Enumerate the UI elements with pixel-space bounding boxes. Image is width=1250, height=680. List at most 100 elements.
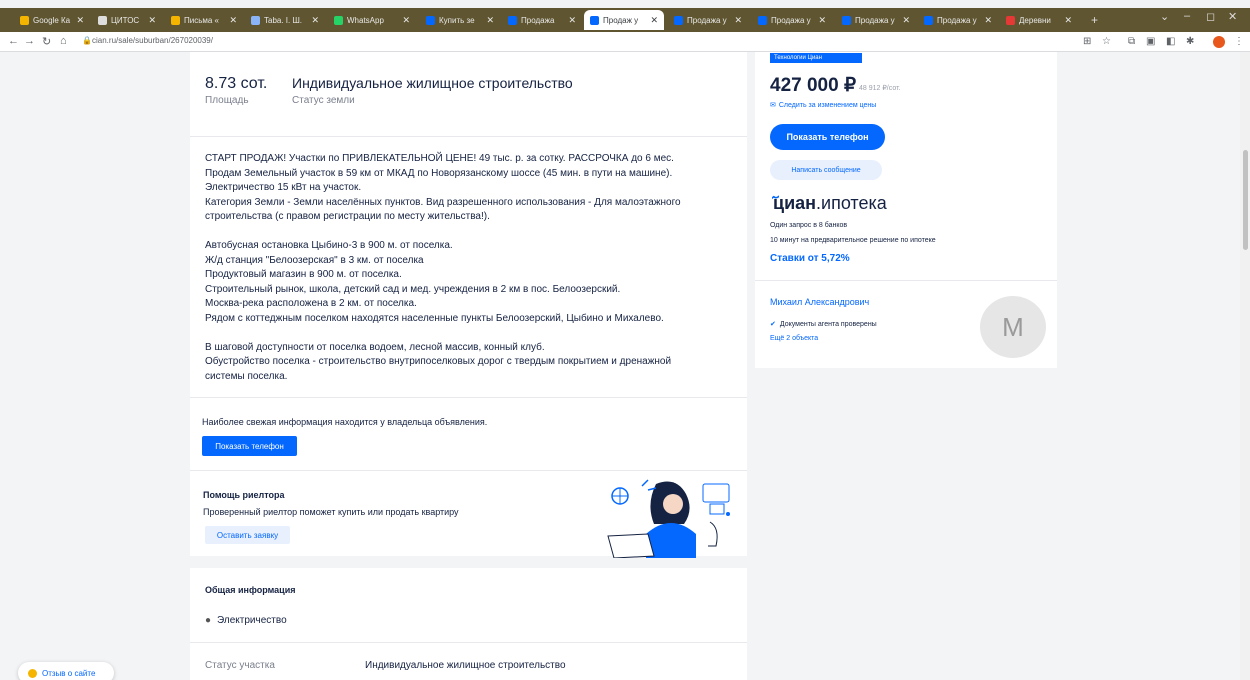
back-icon[interactable]: ←	[8, 35, 19, 47]
browser-tab[interactable]: Деревни ✕	[1000, 10, 1078, 30]
area-label: Площадь	[205, 95, 249, 106]
tab-close-icon[interactable]: ✕	[1060, 15, 1072, 26]
description-line: Продуктовый магазин в 900 м. от поселка.	[205, 269, 402, 281]
price-per-unit: 48 912 ₽/сот.	[859, 85, 901, 92]
tab-favicon-icon	[758, 15, 767, 25]
home-icon[interactable]: ⌂	[60, 35, 67, 47]
tab-close-icon[interactable]: ✕	[730, 15, 742, 26]
tab-favicon-icon	[590, 15, 599, 25]
tab-close-icon[interactable]: ✕	[898, 15, 910, 26]
tab-label: WhatsApp	[347, 15, 384, 25]
forward-icon[interactable]: →	[24, 35, 35, 47]
general-info-title: Общая информация	[205, 585, 296, 595]
tab-label: Taba. I. Ш.	[264, 15, 303, 25]
show-phone-button[interactable]: Показать телефон	[202, 436, 297, 456]
track-price-label: Следить за изменением цены	[778, 102, 877, 109]
minimize-button[interactable]: –	[1184, 10, 1190, 22]
browser-tab[interactable]: Taba. I. Ш. ✕	[245, 10, 325, 30]
description-line: Ж/д станция "Белоозерская" в 3 км. от по…	[205, 254, 424, 266]
browser-tab[interactable]: Письма « ✕	[165, 10, 243, 30]
price: 427 000 ₽	[770, 75, 857, 96]
new-tab-button[interactable]: +	[1085, 10, 1104, 30]
tab-close-icon[interactable]: ✕	[564, 15, 576, 26]
track-price-link[interactable]: ✉ Следить за изменением цены	[770, 101, 876, 109]
tabstrip-top-edge	[0, 0, 1250, 8]
browser-tab[interactable]: Купить зе ✕	[420, 10, 500, 30]
tab-close-icon[interactable]: ✕	[646, 15, 658, 26]
scrollbar-thumb[interactable]	[1243, 150, 1248, 250]
write-message-button[interactable]: Написать сообщение	[770, 160, 882, 180]
profile-avatar[interactable]	[1213, 36, 1225, 48]
extension-icon[interactable]: ⧉	[1128, 36, 1135, 47]
tab-label: Продаж у	[603, 15, 639, 25]
puzzle-icon[interactable]: ✱	[1186, 36, 1194, 47]
listing-description: СТАРТ ПРОДАЖ! Участки по ПРИВЛЕКАТЕЛЬНОЙ…	[205, 152, 725, 384]
tab-search-icon[interactable]: ⌄	[1160, 10, 1169, 23]
tab-favicon-icon	[171, 15, 180, 25]
browser-tab[interactable]: Продаж у ✕	[584, 10, 664, 30]
menu-kebab-icon[interactable]: ⋮	[1234, 36, 1244, 47]
plot-status-label: Статус участка	[205, 660, 275, 671]
tab-close-icon[interactable]: ✕	[307, 15, 319, 26]
page-scrollbar[interactable]	[1240, 52, 1250, 680]
browser-tab[interactable]: WhatsApp ✕	[328, 10, 416, 30]
land-status-value: Индивидуальное жилищное строительство	[292, 75, 573, 91]
tab-close-icon[interactable]: ✕	[144, 15, 156, 26]
leave-request-button[interactable]: Оставить заявку	[205, 526, 290, 544]
browser-tab[interactable]: Продажа у ✕	[752, 10, 832, 30]
extension-icon[interactable]: ▣	[1146, 36, 1155, 47]
mortgage-line-1: Один запрос в 8 банков	[770, 222, 848, 229]
reload-icon[interactable]: ↻	[42, 35, 51, 48]
browser-tab[interactable]: Google Ка ✕	[14, 10, 90, 30]
description-line: СТАРТ ПРОДАЖ! Участки по ПРИВЛЕКАТЕЛЬНОЙ…	[205, 153, 674, 164]
tab-close-icon[interactable]: ✕	[225, 15, 237, 26]
tab-favicon-icon	[674, 15, 683, 25]
agent-name-link[interactable]: Михаил Александрович	[770, 297, 869, 307]
tab-favicon-icon	[20, 15, 29, 25]
browser-tab[interactable]: Продажа у ✕	[918, 10, 998, 30]
tab-close-icon[interactable]: ✕	[398, 15, 410, 26]
amenity-electricity: ● Электричество	[205, 615, 287, 626]
divider	[190, 136, 747, 137]
tab-close-icon[interactable]: ✕	[980, 15, 992, 26]
description-line: Категория Земли - Земли населённых пункт…	[205, 196, 681, 208]
tab-favicon-icon	[98, 15, 107, 25]
tab-label: Письма «	[184, 15, 220, 25]
translate-icon[interactable]: ⊞	[1083, 36, 1091, 47]
agent-avatar[interactable]: М	[980, 296, 1046, 358]
tab-close-icon[interactable]: ✕	[814, 15, 826, 26]
tab-label: ЦИТОС	[111, 15, 140, 25]
tab-close-icon[interactable]: ✕	[72, 15, 84, 26]
tab-label: Продажа у	[937, 15, 977, 25]
mortgage-rates-link[interactable]: Ставки от 5,72%	[770, 253, 850, 264]
description-line: Москва-река расположена в 2 км. от посел…	[205, 298, 417, 310]
tab-close-icon[interactable]: ✕	[482, 15, 494, 26]
browser-tab[interactable]: Продажа у ✕	[668, 10, 748, 30]
url-text[interactable]: cian.ru/sale/suburban/267020039/	[92, 36, 213, 45]
realtor-title: Помощь риелтора	[203, 490, 285, 500]
extension-icon[interactable]: ◧	[1166, 36, 1175, 47]
tab-favicon-icon	[251, 15, 260, 25]
feedback-icon	[28, 668, 37, 678]
sidebar-show-phone-button[interactable]: Показать телефон	[770, 124, 885, 150]
tab-label: Продажа у	[771, 15, 811, 25]
description-line: Обустройство поселка - строительство вну…	[205, 356, 672, 368]
browser-tab[interactable]: ЦИТОС ✕	[92, 10, 162, 30]
description-line: строительства (с правом регистрации по м…	[205, 211, 490, 223]
browser-tab[interactable]: Продажа ✕	[502, 10, 582, 30]
divider	[190, 470, 747, 471]
description-line: Продам Земельный участок в 59 км от МКАД…	[205, 167, 673, 179]
close-window-button[interactable]: ✕	[1228, 10, 1237, 23]
description-line: Автобусная остановка Цыбино-3 в 900 м. о…	[205, 239, 453, 251]
tab-label: Купить зе	[439, 15, 475, 25]
lock-icon[interactable]: 🔒	[82, 36, 92, 45]
pin-icon: ●	[205, 615, 212, 626]
badge-cian-tech: Технологии Циан	[770, 53, 862, 63]
bookmark-star-icon[interactable]: ☆	[1102, 36, 1111, 47]
site-feedback-button[interactable]: Отзыв о сайте	[18, 662, 114, 680]
tab-favicon-icon	[508, 15, 517, 25]
mortgage-logo[interactable]: ٓциан.ипотека	[771, 193, 887, 214]
browser-tab[interactable]: Продажа у ✕	[836, 10, 916, 30]
agent-more-link[interactable]: Ещё 2 объекта	[770, 335, 818, 342]
maximize-button[interactable]: ◻	[1206, 10, 1215, 23]
